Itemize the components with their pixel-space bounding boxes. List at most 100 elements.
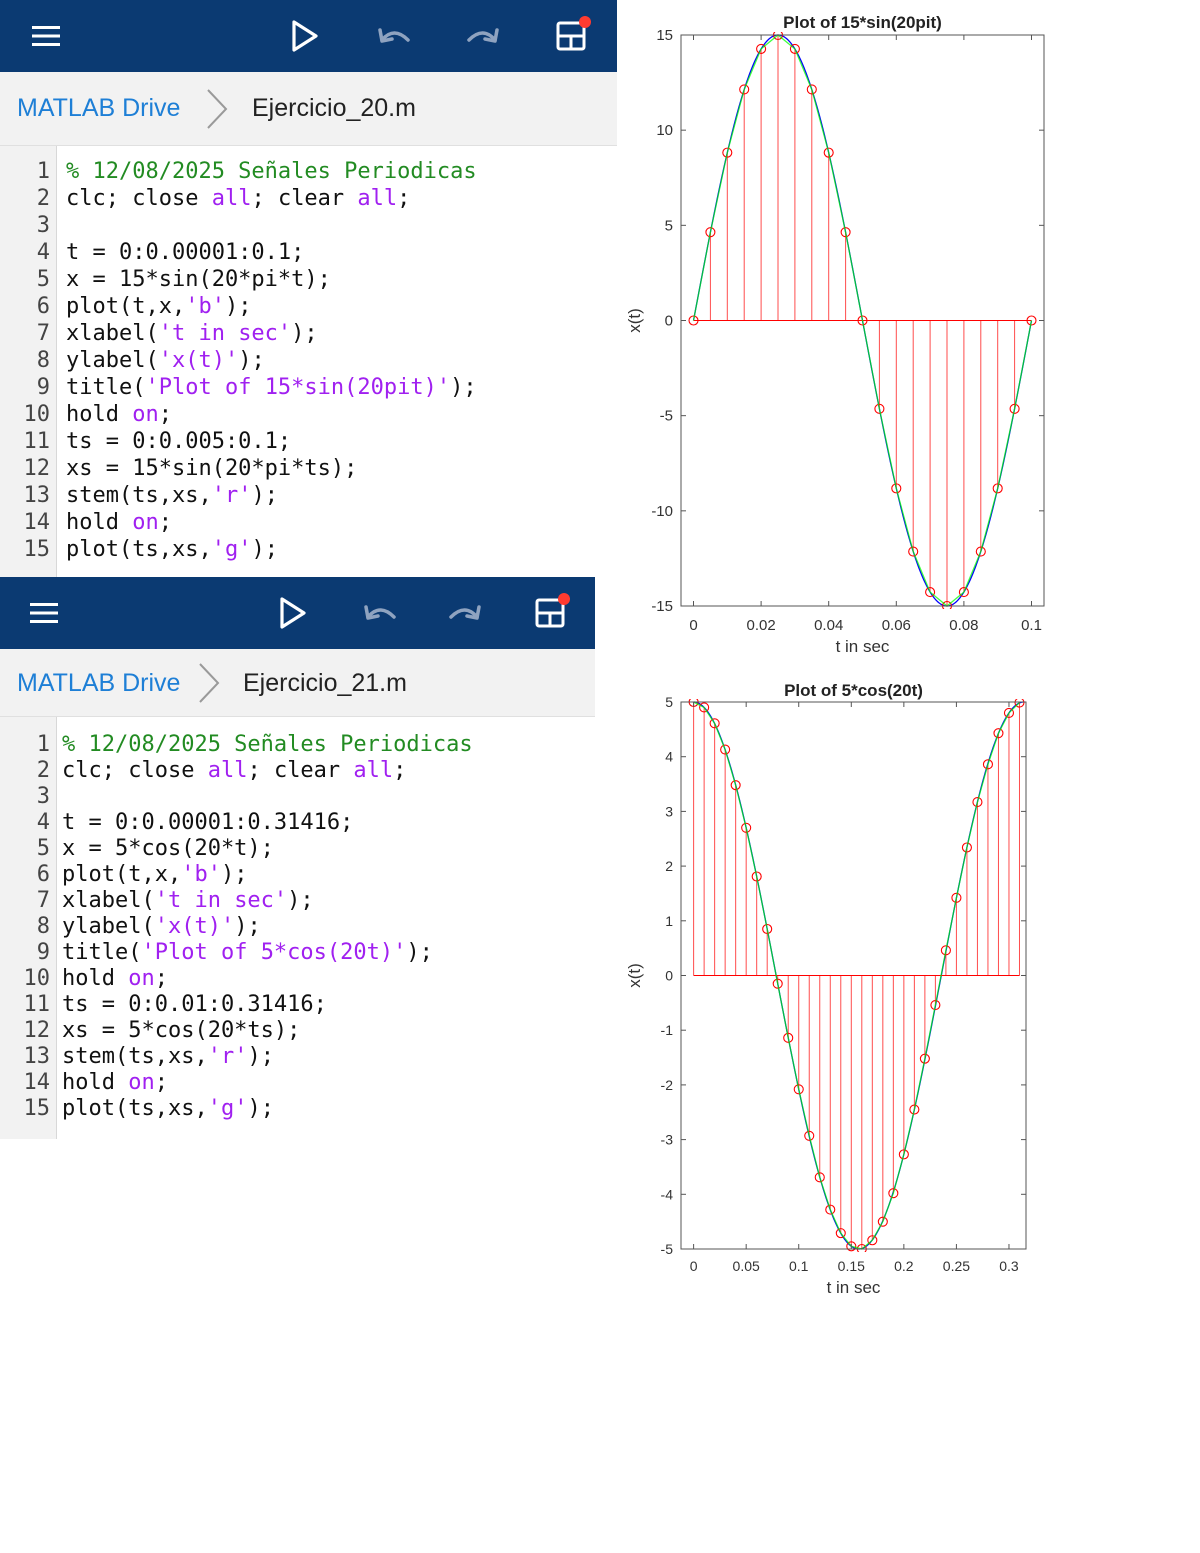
code-token: 'x(t)' (154, 914, 235, 939)
menu-button[interactable] (22, 591, 66, 635)
chart-title: Plot of 15*sin(20pit) (783, 13, 942, 32)
redo-icon (449, 605, 481, 620)
code-editor-area[interactable]: 1 2 3 4 5 6 7 8 9 10 11 12 13 14 15% 12/08/2025 Señale… (0, 717, 595, 1139)
breadcrumb-drive-link[interactable]: MATLAB Drive (17, 94, 180, 123)
y-tick-label: 5 (665, 694, 673, 710)
code-token: ; (393, 758, 407, 783)
run-button[interactable] (282, 14, 326, 58)
line-number: 13 (23, 1044, 51, 1069)
code-line[interactable]: % 12/08/2025 Señales Periodicas (62, 732, 473, 757)
line-number: 7 (36, 321, 50, 346)
y-tick-label: -15 (651, 598, 673, 615)
line-number: 9 (36, 375, 50, 400)
code-line[interactable]: hold on; (62, 1070, 168, 1095)
redo-button[interactable] (443, 591, 487, 635)
line-number: 12 (23, 456, 51, 481)
line-number-gutter: 1 2 3 4 5 6 7 8 9 10 11 12 13 14 15 (0, 717, 57, 1139)
code-token: plot(ts,xs, (62, 1096, 208, 1121)
code-line[interactable]: ylabel('x(t)'); (62, 914, 261, 939)
breadcrumb-file-name[interactable]: Ejercicio_20.m (252, 94, 416, 123)
code-token: t = 0:0.00001:0.1; (66, 240, 305, 265)
undo-icon (364, 605, 396, 620)
code-line[interactable]: xlabel('t in sec'); (66, 321, 318, 346)
code-token: hold (62, 1070, 129, 1095)
y-tick-label: 3 (665, 803, 673, 819)
menu-button[interactable] (24, 14, 68, 58)
redo-button[interactable] (461, 14, 505, 58)
cos-plot-svg: 0 0.05 0.1 0.15 0.2 0.25 0.3 -5 -4 -3 -2 -1 0 1 2 3 4 5 Pl… (625, 681, 1027, 1297)
line-number: 12 (23, 1018, 51, 1043)
code-line[interactable]: ts = 0:0.005:0.1; (66, 429, 291, 454)
code-line[interactable]: hold on; (62, 966, 168, 991)
code-token: ts = 0:0.01:0.31416; (62, 992, 327, 1017)
code-line[interactable]: x = 15*sin(20*pi*t); (66, 267, 331, 292)
code-token: ts = 0:0.005:0.1; (66, 429, 292, 454)
code-line[interactable]: plot(ts,xs,'g'); (62, 1096, 274, 1121)
code-line[interactable]: ylabel('x(t)'); (66, 348, 265, 373)
breadcrumb-drive-link[interactable]: MATLAB Drive (17, 669, 180, 698)
code-line[interactable]: plot(ts,xs,'g'); (66, 537, 278, 562)
layout-button[interactable] (550, 14, 594, 58)
code-line[interactable]: hold on; (66, 510, 172, 535)
code-line[interactable]: ts = 0:0.01:0.31416; (62, 992, 327, 1017)
layout-button[interactable] (529, 591, 573, 635)
line-number: 8 (36, 348, 50, 373)
layout-grid-icon (556, 16, 591, 51)
y-tick-label: -5 (660, 408, 673, 425)
line-number-gutter: 1 2 3 4 5 6 7 8 9 10 11 12 13 14 15 (0, 146, 57, 577)
code-line[interactable]: xs = 5*cos(20*ts); (62, 1018, 300, 1043)
code-token: t = 0:0.00001:0.31416; (62, 810, 354, 835)
undo-button[interactable] (372, 14, 416, 58)
code-token: hold (62, 966, 129, 991)
code-line[interactable]: plot(t,x,'b'); (62, 862, 247, 887)
code-token: clc; close (66, 186, 212, 211)
code-token: ); (247, 1044, 274, 1069)
y-tick-label: -3 (661, 1132, 674, 1148)
code-line[interactable]: t = 0:0.00001:0.31416; (62, 810, 353, 835)
code-token: title( (62, 940, 142, 965)
breadcrumb-file-name[interactable]: Ejercicio_21.m (243, 669, 407, 698)
line-number: 7 (36, 888, 50, 913)
code-line[interactable]: title('Plot of 5*cos(20t)'); (62, 940, 433, 965)
code-token: ); (251, 483, 278, 508)
code-line[interactable]: clc; close all; clear all; (62, 758, 406, 783)
code-token: on (128, 1070, 155, 1095)
line-number: 15 (23, 1096, 51, 1121)
code-token: on (132, 402, 159, 427)
code-line[interactable]: plot(t,x,'b'); (66, 294, 251, 319)
x-tick-label: 0.05 (733, 1258, 760, 1274)
y-tick-label: 10 (656, 122, 673, 139)
code-line[interactable]: x = 5*cos(20*t); (62, 836, 274, 861)
run-button[interactable] (270, 591, 314, 635)
y-tick-label: -4 (661, 1186, 674, 1202)
code-line[interactable]: clc; close all; clear all; (66, 186, 410, 211)
editor-toolbar (0, 577, 595, 649)
code-token: stem(ts,xs, (66, 483, 212, 508)
undo-button[interactable] (358, 591, 402, 635)
code-line[interactable]: hold on; (66, 402, 172, 427)
editor-ejercicio-20: MATLAB Drive Ejercicio_20.m 1 2 3 4 5 6 7 8 9 10 1… (0, 0, 617, 577)
code-token: all (353, 758, 394, 783)
code-token: ); (234, 914, 261, 939)
editor-ejercicio-21: MATLAB Drive Ejercicio_21.m 1 2 3 4 5 6 7 8 9 10 1… (0, 577, 595, 1139)
code-editor-area[interactable]: 1 2 3 4 5 6 7 8 9 10 11 12 13 14 15% 12/08/2025 Señale… (0, 146, 617, 577)
code-line[interactable]: title('Plot of 15*sin(20pit)'); (66, 375, 477, 400)
line-number: 5 (36, 836, 50, 861)
code-token: all (207, 758, 248, 783)
code-line[interactable]: t = 0:0.00001:0.1; (66, 240, 304, 265)
code-token: % 12/08/2025 Señales Periodicas (66, 159, 477, 184)
code-line[interactable]: % 12/08/2025 Señales Periodicas (66, 159, 477, 184)
x-tick-label: 0 (689, 617, 697, 634)
code-line[interactable]: xs = 15*sin(20*pi*ts); (66, 456, 357, 481)
layout-grid-icon (535, 593, 570, 628)
code-token: xlabel( (62, 888, 155, 913)
y-axis-label: x(t) (625, 308, 644, 333)
code-line[interactable]: stem(ts,xs,'r'); (62, 1044, 274, 1069)
x-tick-label: 0.04 (814, 617, 843, 634)
code-line[interactable]: xlabel('t in sec'); (62, 888, 314, 913)
line-number: 14 (23, 1070, 51, 1095)
line-number: 3 (36, 213, 50, 238)
code-token: 'b' (181, 862, 221, 887)
y-tick-label: 4 (665, 749, 673, 765)
code-line[interactable]: stem(ts,xs,'r'); (66, 483, 278, 508)
